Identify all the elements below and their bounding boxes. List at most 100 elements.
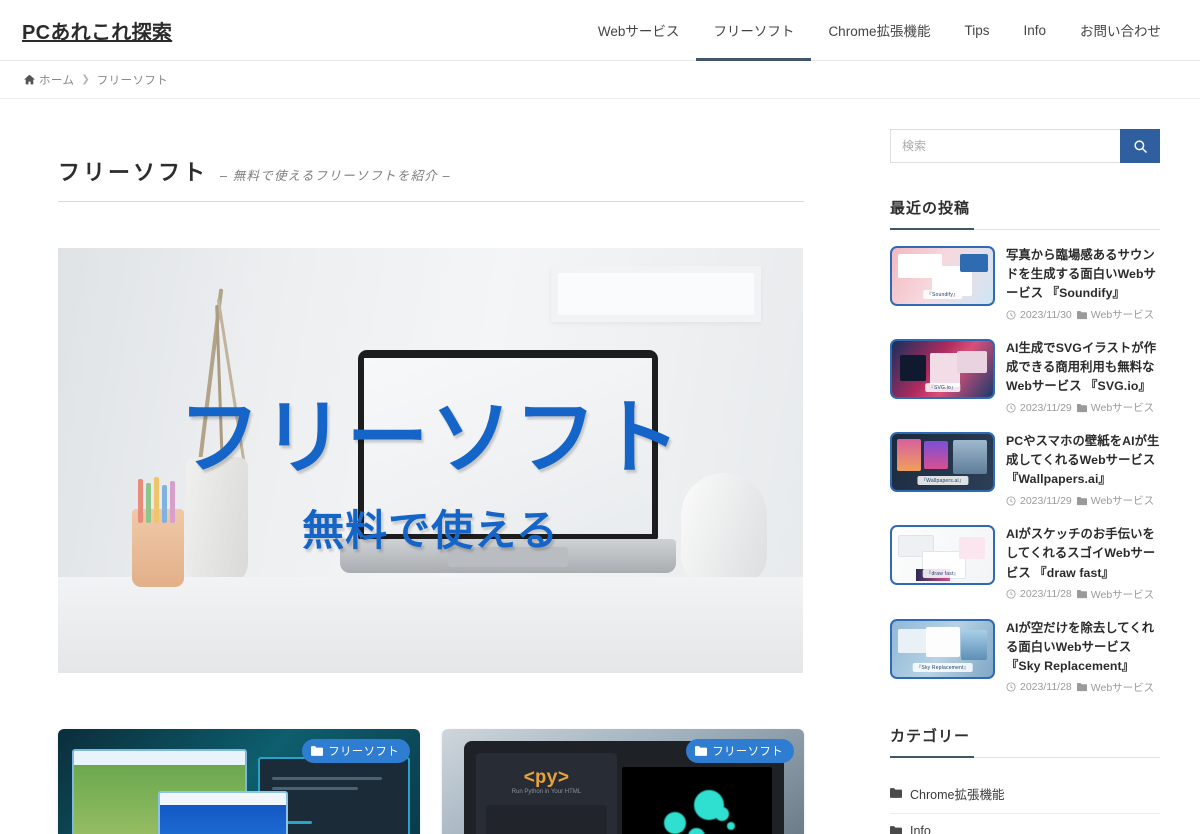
post-category: Webサービス [1090,681,1155,694]
nav-item-web-service[interactable]: Webサービス [581,0,697,61]
folder-icon [1076,590,1087,599]
home-icon [24,74,35,85]
post-date: 2023/11/29 [1020,494,1072,507]
post-meta: 2023/11/28 Webサービス [1006,587,1160,602]
post-category-group: Webサービス [1076,680,1155,695]
post-card[interactable]: フリーソフト [58,729,420,834]
post-date: 2023/11/29 [1020,401,1072,414]
post-thumbnail: 『Wallpapers.ai』 [890,432,995,493]
post-category: Webサービス [1090,495,1155,508]
clock-icon [1006,403,1016,413]
clock-icon [1006,682,1016,692]
archive-header: フリーソフト – 無料で使えるフリーソフトを紹介 – [58,99,804,202]
list-item[interactable]: 『Soundify』 写真から臨場感あるサウンドを生成する面白いWebサービス … [890,246,1160,322]
post-title: AI生成でSVGイラストが作成できる商用利用も無料なWebサービス 『SVG.i… [1006,341,1157,394]
post-date-group: 2023/11/29 [1006,495,1072,507]
category-label: Info [910,823,931,834]
post-thumbnail-label: 『draw fast』 [922,569,963,579]
breadcrumb-home-label: ホーム [39,74,75,87]
nav-item-info[interactable]: Info [1006,0,1063,61]
page-title: フリーソフト [58,160,209,185]
post-thumbnail-label: 『SVG.io』 [924,383,961,393]
hero-banner-image: フリーソフト 無料で使える [58,248,803,673]
post-category-group: Webサービス [1076,587,1155,602]
post-title: AIがスケッチのお手伝いをしてくれるスゴイWebサービス 『draw fast』 [1006,527,1156,580]
post-text-block: 写真から臨場感あるサウンドを生成する面白いWebサービス 『Soundify』 … [1006,246,1160,322]
post-category-group: Webサービス [1076,400,1155,415]
post-text-block: PCやスマホの壁紙をAIが生成してくれるWebサービス 『Wallpapers.… [1006,432,1160,508]
post-card[interactable]: <py> Run Python in Your HTML フリーソフト [442,729,804,834]
global-navigation: Webサービス フリーソフト Chrome拡張機能 Tips Info お問い合… [581,0,1178,61]
post-category: Webサービス [1090,402,1155,415]
page-wrapper: フリーソフト – 無料で使えるフリーソフトを紹介 – フリーソフト 無料で使える… [0,99,1200,834]
post-thumbnail: 『Sky Replacement』 [890,618,995,679]
category-label: Chrome拡張機能 [910,787,1005,802]
post-date-group: 2023/11/29 [1006,402,1072,414]
folder-icon [1076,310,1087,319]
categories-widget: カテゴリー Chrome拡張機能 Info [890,725,1160,834]
post-category: Webサービス [1090,309,1155,322]
folder-icon [1076,683,1087,692]
post-date-group: 2023/11/28 [1006,681,1072,693]
list-item[interactable]: 『Wallpapers.ai』 PCやスマホの壁紙をAIが生成してくれるWebサ… [890,432,1160,508]
categories-list: Chrome拡張機能 Info [890,758,1160,834]
post-category: Webサービス [1090,588,1155,601]
nav-item-contact[interactable]: お問い合わせ [1063,0,1178,61]
folder-icon [311,746,324,756]
main-content: フリーソフト – 無料で使えるフリーソフトを紹介 – フリーソフト 無料で使える… [0,99,864,834]
list-item[interactable]: 『Sky Replacement』 AIが空だけを除去してくれる面白いWebサー… [890,618,1160,695]
post-category-group: Webサービス [1076,307,1155,322]
sidebar: 最近の投稿 『Soundify』 写真から臨場感あるサウンドを生成する面白いWe… [864,99,1200,834]
clock-icon [1006,310,1016,320]
post-thumbnail-label: 『Soundify』 [922,290,963,299]
post-thumbnail-label: 『Wallpapers.ai』 [916,476,969,486]
breadcrumb-current: フリーソフト [96,74,169,87]
post-card-grid: フリーソフト <py> Run Python in Your HTML フリーソ… [58,729,804,834]
folder-icon [1076,496,1087,505]
hero-desk [58,577,803,673]
hero-shelf [551,266,761,322]
post-title: 写真から臨場感あるサウンドを生成する面白いWebサービス 『Soundify』 [1006,248,1157,301]
page-subtitle: – 無料で使えるフリーソフトを紹介 – [220,169,451,183]
clock-icon [1006,589,1016,599]
list-item[interactable]: 『draw fast』 AIがスケッチのお手伝いをしてくれるスゴイWebサービス… [890,525,1160,601]
folder-icon [695,746,708,756]
post-meta: 2023/11/29 Webサービス [1006,493,1160,508]
post-thumbnail-label: 『Sky Replacement』 [912,662,973,672]
folder-icon [890,788,902,799]
folder-icon [1076,403,1087,412]
list-item[interactable]: 『SVG.io』 AI生成でSVGイラストが作成できる商用利用も無料なWebサー… [890,339,1160,415]
post-date-group: 2023/11/28 [1006,588,1072,600]
post-date-group: 2023/11/30 [1006,309,1072,321]
hero-main-text: フリーソフト [178,393,683,484]
post-text-block: AIが空だけを除去してくれる面白いWebサービス 『Sky Replacemen… [1006,619,1160,695]
site-header: PCあれこれ探索 Webサービス フリーソフト Chrome拡張機能 Tips … [0,0,1200,61]
recent-posts-heading: 最近の投稿 [890,197,1160,230]
search-button[interactable] [1120,129,1160,163]
search-form [890,129,1160,163]
post-text-block: AI生成でSVGイラストが作成できる商用利用も無料なWebサービス 『SVG.i… [1006,339,1160,415]
search-input[interactable] [890,129,1120,163]
nav-item-free-software[interactable]: フリーソフト [696,0,812,61]
post-meta: 2023/11/29 Webサービス [1006,400,1160,415]
post-thumbnail: 『draw fast』 [890,525,995,586]
post-meta: 2023/11/28 Webサービス [1006,680,1160,695]
recent-posts-widget: 最近の投稿 『Soundify』 写真から臨場感あるサウンドを生成する面白いWe… [890,197,1160,695]
breadcrumb-home[interactable]: ホーム [24,72,74,88]
clock-icon [1006,496,1016,506]
post-title: AIが空だけを除去してくれる面白いWebサービス 『Sky Replacemen… [1006,620,1155,673]
nav-item-tips[interactable]: Tips [947,0,1006,61]
category-item-chrome-extension[interactable]: Chrome拡張機能 [890,774,1160,814]
category-item-info[interactable]: Info [890,814,1160,834]
post-card-category-badge[interactable]: フリーソフト [302,739,410,763]
post-card-category-label: フリーソフト [328,746,399,758]
post-thumbnail: 『SVG.io』 [890,339,995,400]
post-date: 2023/11/28 [1020,681,1072,694]
post-date: 2023/11/30 [1020,308,1072,321]
post-meta: 2023/11/30 Webサービス [1006,307,1160,322]
post-thumbnail: 『Soundify』 [890,246,995,306]
nav-item-chrome-extension[interactable]: Chrome拡張機能 [811,0,947,61]
post-card-category-badge[interactable]: フリーソフト [686,739,794,763]
breadcrumb-separator: ❯ [81,74,90,85]
site-title[interactable]: PCあれこれ探索 [22,16,172,45]
